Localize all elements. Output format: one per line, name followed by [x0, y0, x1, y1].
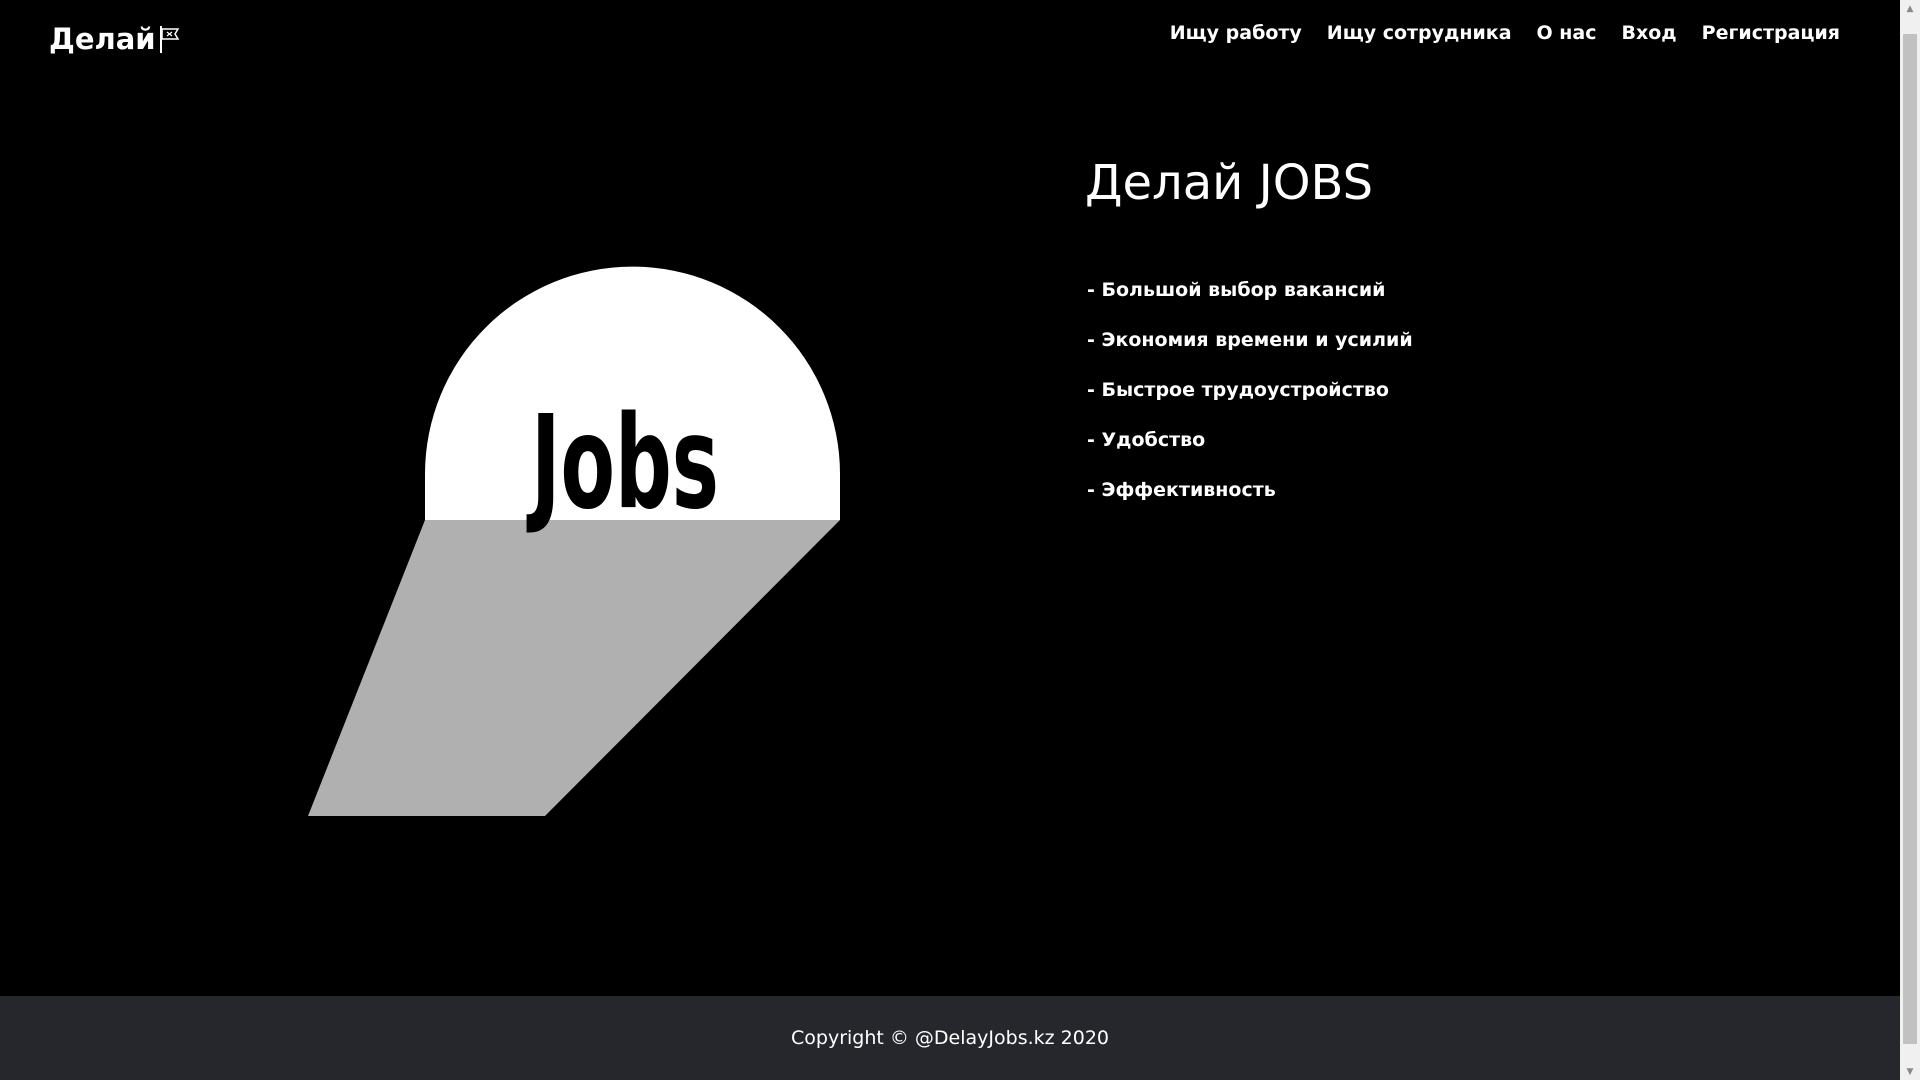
footer: Copyright © @DelayJobs.kz 2020 [0, 996, 1900, 1080]
vertical-scrollbar[interactable]: ▲ ▼ [1900, 0, 1920, 1080]
feature-item: - Эффективность [1087, 479, 1276, 501]
scroll-down-arrow-icon[interactable]: ▼ [1900, 1063, 1920, 1080]
feature-item: - Быстрое трудоустройство [1087, 379, 1389, 401]
logo-beam [308, 520, 840, 816]
nav-link-register[interactable]: Регистрация [1702, 22, 1840, 44]
nav-link-login[interactable]: Вход [1622, 22, 1677, 44]
feature-item: - Удобство [1087, 429, 1206, 451]
brand-name: Делай [49, 22, 156, 56]
main-nav: Ищу работу Ищу сотрудника О нас Вход Рег… [1170, 18, 1840, 48]
page: Делай Ищу работу Ищу сотрудника О нас Вх… [0, 0, 1900, 1080]
nav-link-find-job[interactable]: Ищу работу [1170, 22, 1302, 44]
feature-list: - Большой выбор вакансий - Экономия врем… [1087, 278, 1413, 528]
feature-item: - Экономия времени и усилий [1087, 329, 1413, 351]
nav-link-find-employee[interactable]: Ищу сотрудника [1327, 22, 1512, 44]
scrollbar-thumb[interactable] [1903, 34, 1917, 1044]
copyright-text: Copyright © @DelayJobs.kz 2020 [791, 1027, 1109, 1049]
brand-logo-link[interactable]: Делай [49, 18, 180, 60]
logo-word: Jobs [526, 389, 719, 538]
hero-title: Делай JOBS [1085, 155, 1374, 211]
nav-link-about[interactable]: О нас [1537, 22, 1597, 44]
feature-item: - Большой выбор вакансий [1087, 279, 1386, 301]
flag-icon [158, 24, 180, 54]
scroll-up-arrow-icon[interactable]: ▲ [1900, 0, 1920, 17]
jobs-logo-illustration: Jobs [308, 266, 840, 816]
